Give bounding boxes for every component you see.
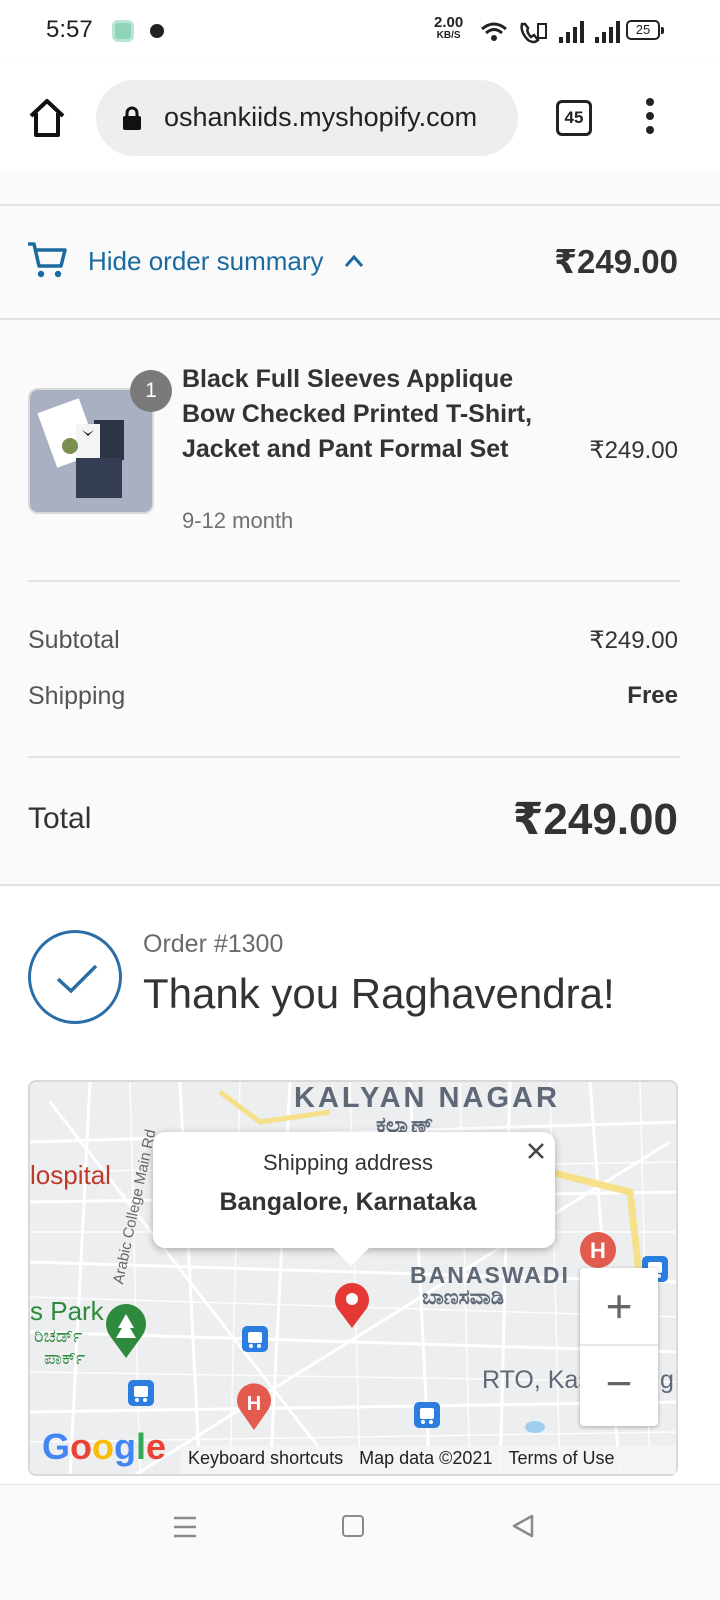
map-label-rto-end: g bbox=[660, 1366, 674, 1394]
divider bbox=[28, 756, 680, 758]
hide-order-summary-label[interactable]: Hide order summary bbox=[88, 246, 324, 277]
network-speed-unit: KB/S bbox=[436, 30, 461, 41]
total-label: Total bbox=[28, 802, 92, 835]
hospital-marker-icon[interactable]: H bbox=[236, 1382, 272, 1432]
lock-icon bbox=[123, 106, 141, 130]
popup-title: Shipping address bbox=[262, 1150, 433, 1175]
keyboard-shortcuts-link[interactable]: Keyboard shortcuts bbox=[180, 1446, 351, 1474]
hospital-marker-icon-2[interactable]: H bbox=[578, 1230, 618, 1270]
signal-2-icon bbox=[595, 21, 620, 43]
map-data-attribution: Map data ©2021 bbox=[359, 1448, 493, 1468]
map-label-park: s Park bbox=[30, 1296, 104, 1326]
map-label-hospital: lospital bbox=[30, 1160, 111, 1190]
map-pin-icon[interactable] bbox=[332, 1282, 372, 1330]
subtotal-value: ₹249.00 bbox=[589, 627, 678, 654]
map-zoom-controls: + − bbox=[580, 1268, 658, 1426]
total-value: ₹249.00 bbox=[512, 795, 678, 844]
bus-stop-icon[interactable] bbox=[242, 1326, 268, 1352]
address-bar[interactable]: oshankiids.myshopify.com bbox=[96, 80, 518, 156]
divider bbox=[28, 580, 680, 582]
summary-header-total: ₹249.00 bbox=[554, 243, 678, 280]
product-price: ₹249.00 bbox=[589, 437, 678, 464]
terms-of-use-link[interactable]: Terms of Use bbox=[500, 1446, 622, 1474]
popup-address: Bangalore, Karnataka bbox=[219, 1188, 477, 1216]
thank-you-heading: Thank you Raghavendra! bbox=[143, 970, 615, 1017]
zoom-out-button[interactable]: − bbox=[580, 1348, 658, 1426]
bus-stop-icon-3[interactable] bbox=[414, 1402, 440, 1428]
map-label-park-kn-1: ರಿಚರ್ಡ್ bbox=[34, 1326, 83, 1346]
battery-icon: 25 bbox=[626, 20, 664, 40]
google-logo: Google bbox=[42, 1426, 167, 1467]
wifi-icon bbox=[481, 22, 507, 41]
tab-switcher-button[interactable]: 45 bbox=[556, 100, 592, 136]
svg-text:H: H bbox=[247, 1393, 261, 1415]
network-speed: 2.00 KB/S bbox=[434, 15, 463, 42]
browser-toolbar: oshankiids.myshopify.com 45 bbox=[0, 64, 720, 172]
back-icon[interactable] bbox=[510, 1513, 536, 1539]
status-time: 5:57 bbox=[46, 16, 93, 43]
map-label-banaswadi-kn: ಬಾಣಸವಾಡಿ bbox=[422, 1286, 504, 1309]
checkmark-circle-icon bbox=[28, 930, 122, 1024]
bus-stop-icon-2[interactable] bbox=[128, 1380, 154, 1406]
quantity-badge: 1 bbox=[130, 370, 172, 412]
product-variant: 9-12 month bbox=[182, 508, 294, 533]
map-label-kalyan-nagar: KALYAN NAGAR bbox=[294, 1082, 560, 1114]
svg-text:H: H bbox=[590, 1238, 606, 1263]
app-notification-icon-2 bbox=[150, 24, 164, 38]
divider bbox=[0, 884, 720, 886]
shipping-address-popup: Shipping address Bangalore, Karnataka bbox=[153, 1132, 555, 1266]
url-text: oshankiids.myshopify.com bbox=[164, 102, 478, 132]
battery-level: 25 bbox=[635, 22, 651, 37]
app-notification-icon bbox=[112, 20, 134, 42]
status-icons bbox=[480, 18, 620, 46]
home-nav-icon[interactable] bbox=[342, 1515, 364, 1537]
shipping-value: Free bbox=[627, 682, 678, 709]
map-label-rto: RTO, Kas bbox=[482, 1366, 591, 1394]
cart-icon bbox=[28, 242, 67, 278]
shipping-label: Shipping bbox=[28, 682, 126, 710]
overflow-menu-icon[interactable] bbox=[640, 98, 660, 138]
signal-1-icon bbox=[559, 21, 584, 43]
product-name: Black Full Sleeves Applique Bow Checked … bbox=[182, 365, 533, 463]
map-label-banaswadi: BANASWADI bbox=[410, 1262, 570, 1288]
volte-call-icon bbox=[520, 22, 547, 44]
park-marker-icon[interactable] bbox=[104, 1302, 148, 1360]
status-bar: 5:57 2.00 KB/S 25 bbox=[0, 0, 720, 64]
order-number: Order #1300 bbox=[143, 930, 284, 958]
system-nav-bar bbox=[0, 1484, 720, 1600]
home-icon[interactable] bbox=[28, 98, 66, 138]
subtotal-label: Subtotal bbox=[28, 626, 120, 654]
map-label-park-kn-2: ಪಾರ್ಕ್ bbox=[44, 1348, 86, 1368]
order-summary-toggle[interactable]: Hide order summary ₹249.00 bbox=[0, 206, 720, 320]
zoom-in-button[interactable]: + bbox=[580, 1268, 658, 1346]
map-footer: Keyboard shortcuts Map data ©2021 Terms … bbox=[180, 1446, 676, 1474]
chevron-up-icon bbox=[344, 254, 364, 267]
recent-apps-icon[interactable] bbox=[172, 1515, 198, 1539]
product-thumbnail bbox=[28, 388, 154, 514]
close-icon[interactable] bbox=[525, 1140, 547, 1162]
